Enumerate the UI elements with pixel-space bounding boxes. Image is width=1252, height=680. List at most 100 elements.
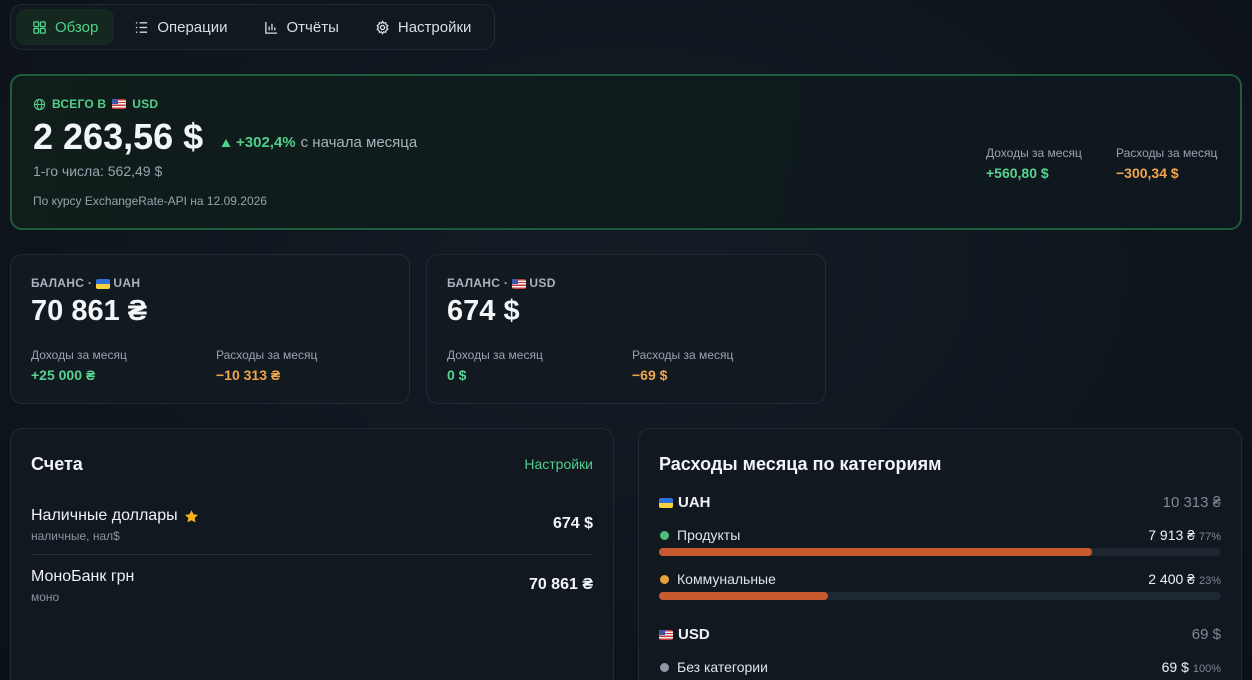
expenses-by-category-panel: Расходы месяца по категориям UAH 10 313 … — [638, 428, 1242, 680]
currency-group-name: UAH — [659, 494, 711, 511]
balance-expense-label: Расходы за месяц — [632, 348, 734, 362]
balance-expense: Расходы за месяц −10 313 ₴ — [216, 348, 317, 383]
category-name: Продукты — [677, 527, 741, 543]
tab-operations[interactable]: Операции — [118, 9, 243, 45]
balance-expense: Расходы за месяц −69 $ — [632, 348, 733, 383]
balance-currency: UAH — [113, 276, 141, 290]
accounts-title: Счета — [31, 454, 83, 474]
balance-income-value: 0 $ — [447, 367, 467, 383]
total-amount: 2 263,56 $ — [33, 116, 204, 157]
balance-label-prefix: БАЛАНС · — [31, 276, 93, 290]
account-name: МоноБанк грн — [31, 568, 134, 586]
currency-group-total: 69 $ — [1191, 626, 1221, 643]
tab-reports-label: Отчёты — [286, 18, 339, 36]
total-change: +302,4% с начала месяца — [221, 134, 417, 151]
gear-icon — [376, 19, 389, 35]
accounts-panel: Счета Настройки Наличные доллары наличны… — [10, 428, 614, 680]
category-percent: 77% — [1198, 531, 1221, 543]
balance-income-value: +25 000 ₴ — [31, 367, 96, 383]
category-progress-bar — [659, 592, 1221, 600]
tab-settings[interactable]: Настройки — [359, 9, 488, 45]
balance-amount: 674 $ — [447, 295, 520, 327]
total-label: ВСЕГО В USD — [33, 97, 158, 111]
triangle-up-icon — [221, 138, 231, 147]
ua-flag-icon — [95, 278, 110, 289]
category-dot — [660, 663, 669, 672]
account-name-text: МоноБанк грн — [31, 568, 135, 585]
category-percent: 23% — [1198, 575, 1221, 587]
category-row[interactable]: Без категории 69 $100% — [659, 659, 1221, 680]
balance-currency: USD — [529, 276, 556, 290]
category-progress-fill — [659, 548, 1092, 556]
accounts-settings-link[interactable]: Настройки — [524, 456, 593, 472]
divider — [31, 554, 593, 555]
us-flag-icon — [659, 629, 673, 640]
category-row[interactable]: Продукты 7 913 ₴ 77% — [659, 527, 1221, 567]
total-change-text: с начала месяца — [300, 134, 418, 151]
category-dot — [660, 575, 669, 584]
account-value: 674 $ — [552, 515, 593, 532]
total-income-value: +560,80 $ — [986, 165, 1049, 181]
category-name: Без категории — [677, 659, 768, 675]
total-balance-card: ВСЕГО В USD 2 263,56 $ +302,4% с начала … — [10, 74, 1242, 230]
currency-group-header: UAH 10 313 ₴ — [659, 494, 1221, 514]
bar-chart-icon — [264, 21, 277, 34]
total-change-pct: +302,4% — [236, 134, 296, 151]
account-name-text: Наличные доллары — [31, 507, 178, 524]
balance-label: БАЛАНС · UAH — [31, 276, 140, 290]
globe-icon — [33, 98, 46, 110]
balance-income: Доходы за месяц +25 000 ₴ — [31, 348, 127, 383]
category-value: 7 913 ₴ 77% — [1148, 527, 1221, 543]
us-flag-icon — [112, 99, 127, 109]
total-currency: USD — [132, 97, 159, 111]
tab-overview[interactable]: Обзор — [16, 9, 115, 45]
category-dot — [660, 531, 669, 540]
ua-flag-icon — [659, 497, 673, 508]
list-icon — [136, 21, 148, 33]
balance-card-uah: БАЛАНС · UAH 70 861 ₴ Доходы за месяц +2… — [10, 254, 410, 404]
total-expense-value: −300,34 $ — [1116, 165, 1179, 181]
balance-expense-label: Расходы за месяц — [216, 348, 318, 362]
exchange-rate-note: По курсу ExchangeRate-API на 12.09.2026 — [33, 194, 267, 208]
balance-expense-value: −10 313 ₴ — [216, 367, 281, 383]
category-value: 69 $100% — [1162, 659, 1221, 675]
balance-amount: 70 861 ₴ — [31, 295, 148, 327]
account-subtitle: моно — [31, 590, 60, 604]
account-row[interactable]: МоноБанк грн моно 70 861 ₴ — [31, 568, 593, 626]
star-icon — [184, 509, 198, 522]
currency-code: USD — [678, 626, 710, 643]
tab-overview-label: Обзор — [55, 18, 99, 36]
us-flag-icon — [511, 278, 526, 289]
grid-icon — [33, 20, 46, 34]
category-row[interactable]: Коммунальные 2 400 ₴ 23% — [659, 571, 1221, 611]
total-expense: Расходы за месяц −300,34 $ — [1116, 146, 1217, 181]
main-nav: Обзор Операции Отчёты Настройки — [10, 4, 495, 50]
balance-income-label: Доходы за месяц — [447, 348, 543, 362]
tab-settings-label: Настройки — [397, 18, 472, 36]
category-value: 2 400 ₴ 23% — [1148, 571, 1221, 587]
tab-reports[interactable]: Отчёты — [248, 9, 355, 45]
tab-operations-label: Операции — [157, 18, 228, 36]
category-amount: 69 $ — [1161, 659, 1189, 675]
total-income: Доходы за месяц +560,80 $ — [986, 146, 1082, 181]
balance-label: БАЛАНС · USD — [447, 276, 556, 290]
account-row[interactable]: Наличные доллары наличные, нал$ 674 $ — [31, 507, 593, 565]
total-income-label: Доходы за месяц — [986, 146, 1082, 160]
category-progress-bar — [659, 548, 1221, 556]
balance-expense-value: −69 $ — [632, 367, 668, 383]
balance-card-usd: БАЛАНС · USD 674 $ Доходы за месяц 0 $ Р… — [426, 254, 826, 404]
currency-code: UAH — [678, 494, 711, 511]
total-expense-label: Расходы за месяц — [1116, 146, 1218, 160]
category-amount: 7 913 ₴ — [1148, 527, 1195, 543]
category-progress-fill — [659, 592, 828, 600]
balance-label-prefix: БАЛАНС · — [447, 276, 509, 290]
category-name: Коммунальные — [677, 571, 776, 587]
account-value: 70 861 ₴ — [528, 576, 593, 593]
account-name: Наличные доллары — [31, 507, 199, 525]
currency-group-total: 10 313 ₴ — [1162, 494, 1221, 511]
balance-income: Доходы за месяц 0 $ — [447, 348, 543, 383]
expenses-title: Расходы месяца по категориям — [659, 454, 942, 474]
currency-group-name: USD — [659, 626, 710, 643]
category-amount: 2 400 ₴ — [1148, 571, 1195, 587]
account-subtitle: наличные, нал$ — [31, 529, 120, 543]
